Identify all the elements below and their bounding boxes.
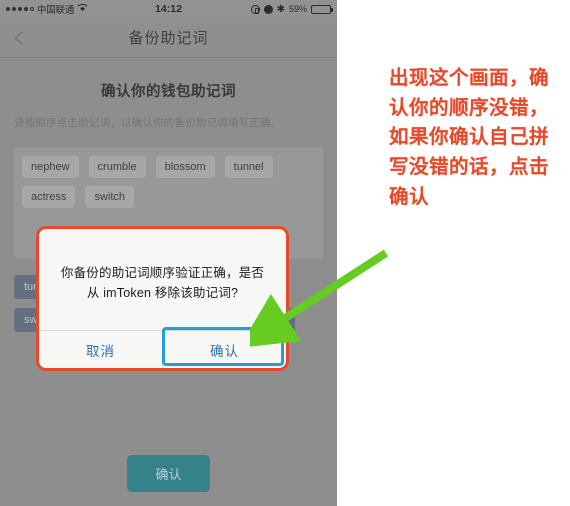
bluetooth-icon: ✱ xyxy=(276,3,285,15)
nav-bar: 备份助记词 xyxy=(0,18,337,58)
annotation-text: 出现这个画面，确认你的顺序没错，如果你确认自己拼写没错的话，点击确认 xyxy=(389,67,550,208)
back-chevron-icon[interactable] xyxy=(10,29,28,47)
selected-word-chip[interactable]: blossom xyxy=(155,156,215,179)
selected-word-chip[interactable]: crumble xyxy=(88,156,146,179)
selected-word-chip[interactable]: switch xyxy=(85,186,135,209)
status-bar: 中国联通 14:12 ✱ 59% xyxy=(0,0,337,18)
status-bar-right: ✱ 59% xyxy=(250,3,333,15)
annotation-panel: 出现这个画面，确认你的顺序没错，如果你确认自己拼写没错的话，点击确认 xyxy=(337,0,570,506)
page-title: 备份助记词 xyxy=(128,30,209,47)
dialog-actions: 取消 确认 xyxy=(39,330,286,368)
dialog-body: 你备份的助记词顺序验证正确，是否从 imToken 移除该助记词? xyxy=(39,229,286,330)
confirm-dialog: 你备份的助记词顺序验证正确，是否从 imToken 移除该助记词? 取消 确认 xyxy=(39,229,286,368)
selected-word-chip[interactable]: nephew xyxy=(22,156,79,179)
bottom-confirm-area: 确认 xyxy=(0,455,337,492)
battery-icon xyxy=(311,4,333,14)
content-subtitle: 请按顺序点击助记词，以确认你的备份助记词填写正确。 xyxy=(14,117,282,129)
bottom-confirm-button[interactable]: 确认 xyxy=(127,455,210,492)
screenshot-root: 中国联通 14:12 ✱ 59% 备份助记词 确认你的钱包助记词 请按顺序点击助… xyxy=(0,0,570,506)
content-heading: 确认你的钱包助记词 xyxy=(101,84,236,100)
selected-word-chip[interactable]: actress xyxy=(22,186,76,209)
dialog-confirm-button[interactable]: 确认 xyxy=(162,331,286,368)
rotation-lock-icon xyxy=(250,4,260,14)
selected-word-chip[interactable]: tunnel xyxy=(224,156,273,179)
dialog-cancel-button[interactable]: 取消 xyxy=(39,331,162,368)
dialog-red-outline: 你备份的助记词顺序验证正确，是否从 imToken 移除该助记词? 取消 确认 xyxy=(36,226,289,371)
alarm-icon xyxy=(263,4,273,14)
phone-screenshot: 中国联通 14:12 ✱ 59% 备份助记词 确认你的钱包助记词 请按顺序点击助… xyxy=(0,0,337,506)
dialog-message: 你备份的助记词顺序验证正确，是否从 imToken 移除该助记词? xyxy=(60,266,265,300)
battery-percent-label: 59% xyxy=(288,4,307,14)
